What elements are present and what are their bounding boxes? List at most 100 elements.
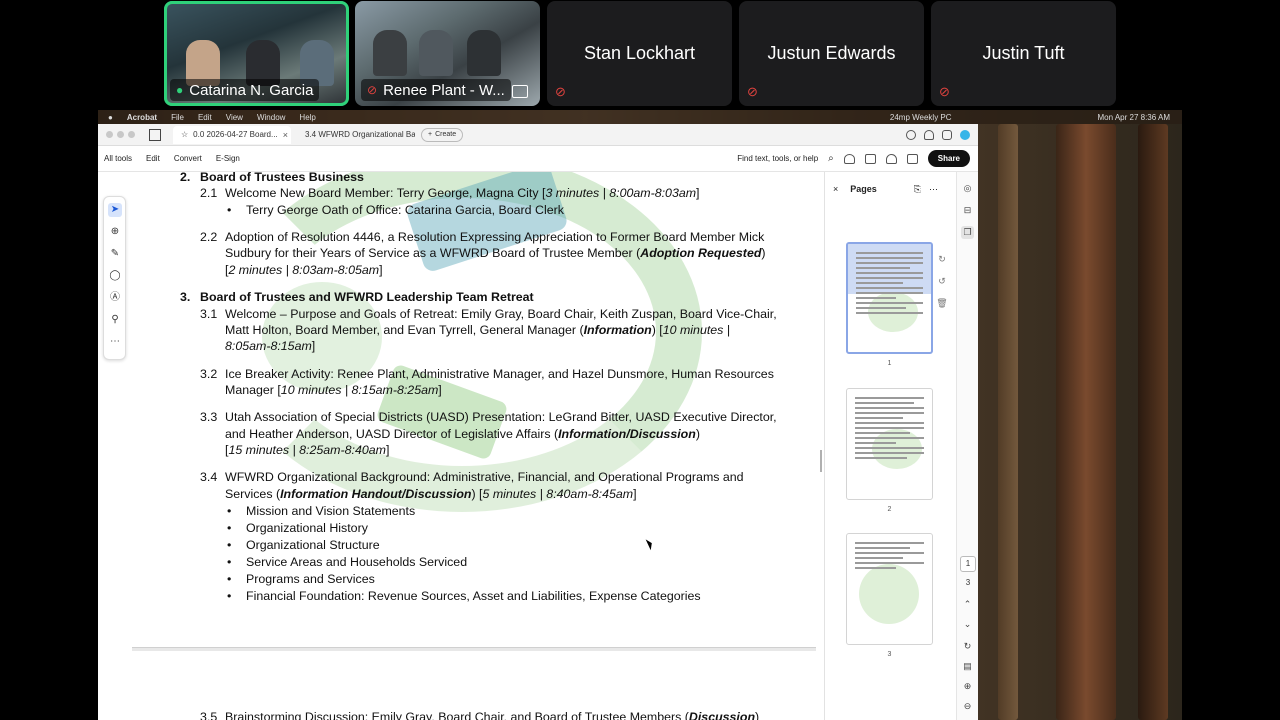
page-thumbnail-3[interactable] bbox=[846, 533, 933, 645]
zoom-in-icon[interactable]: ⊕ bbox=[961, 680, 974, 693]
zoom-icon[interactable]: ⊕ bbox=[108, 225, 122, 239]
menubar-app[interactable]: Acrobat bbox=[127, 113, 157, 122]
participant-tile-justin[interactable]: Justin Tuft ⊘ bbox=[931, 1, 1116, 106]
apps-grid-icon[interactable] bbox=[942, 129, 952, 140]
item-number: 3.4 bbox=[200, 470, 218, 484]
total-pages: 3 bbox=[965, 578, 971, 587]
zoom-out-icon[interactable]: ⊖ bbox=[961, 700, 974, 713]
bullet-icon: • bbox=[227, 504, 232, 518]
pages-icon[interactable]: ❐ bbox=[961, 226, 974, 239]
stamp-icon[interactable]: ⚲ bbox=[108, 313, 122, 327]
agenda-line: WFWRD Organizational Background: Adminis… bbox=[225, 470, 744, 484]
bullet-item: Organizational History bbox=[246, 521, 368, 535]
tab-agenda[interactable]: ☆ 0.0 2026-04-27 Board... × bbox=[173, 125, 291, 144]
bullet-item: Organizational Structure bbox=[246, 538, 380, 552]
mic-muted-icon: ⊘ bbox=[747, 84, 758, 99]
close-panel-icon[interactable]: × bbox=[833, 184, 838, 194]
menu-convert[interactable]: Convert bbox=[174, 154, 202, 163]
participant-name: Justun Edwards bbox=[767, 43, 896, 63]
cloud-upload-icon[interactable] bbox=[885, 153, 897, 164]
menubar-item[interactable]: View bbox=[226, 113, 243, 122]
save-icon[interactable] bbox=[864, 153, 876, 164]
tab-bar: ☆ 0.0 2026-04-27 Board... × 3.4 WFWRD Or… bbox=[98, 124, 978, 146]
current-page-indicator[interactable]: 1 bbox=[960, 556, 976, 572]
wallpaper-tree bbox=[1056, 124, 1116, 720]
agenda-line: Welcome New Board Member: Terry George, … bbox=[225, 186, 700, 200]
menubar-item[interactable]: Edit bbox=[198, 113, 212, 122]
create-button[interactable]: + Create bbox=[421, 127, 464, 142]
bookmark-icon[interactable]: ⊟ bbox=[961, 204, 974, 217]
menu-edit[interactable]: Edit bbox=[146, 154, 160, 163]
thumbnail-lines bbox=[856, 252, 923, 317]
chevron-up-icon[interactable]: ⌃ bbox=[961, 598, 974, 611]
wallpaper-tree bbox=[1138, 124, 1168, 720]
document-icon[interactable]: ▤ bbox=[961, 660, 974, 673]
participant-name: Justin Tuft bbox=[982, 43, 1065, 63]
refresh-icon[interactable]: ↻ bbox=[961, 640, 974, 653]
chevron-down-icon[interactable]: ⌄ bbox=[961, 618, 974, 631]
page-thumbnail-2[interactable] bbox=[846, 388, 933, 500]
more-icon[interactable]: ⋯ bbox=[108, 335, 122, 349]
print-icon[interactable] bbox=[906, 153, 918, 164]
delete-page-icon[interactable]: 🗑 bbox=[935, 298, 949, 309]
menubar-item[interactable]: Help bbox=[299, 113, 315, 122]
mouse-cursor-icon bbox=[645, 537, 655, 551]
participant-tile-catarina[interactable]: ● Catarina N. Garcia bbox=[164, 1, 349, 106]
menu-all-tools[interactable]: All tools bbox=[104, 154, 132, 163]
more-options-icon[interactable]: ⋯ bbox=[929, 184, 938, 195]
comment-icon[interactable]: ◎ bbox=[961, 182, 974, 195]
document-view[interactable]: 2. Board of Trustees Business 2.1 Welcom… bbox=[132, 172, 816, 720]
right-tool-rail: ◎ ⊟ ❐ 1 3 ⌃ ⌄ ↻ ▤ ⊕ ⊖ bbox=[956, 172, 978, 720]
item-number: 2.2 bbox=[200, 230, 218, 244]
thumbnail-watermark bbox=[859, 564, 919, 624]
page-thumbnail-1[interactable] bbox=[846, 242, 933, 354]
person-figure bbox=[419, 30, 453, 76]
person-figure bbox=[373, 30, 407, 76]
agenda-line: 8:05am-8:15am] bbox=[225, 339, 316, 353]
participant-name-bar: ⊘ Renee Plant - W... bbox=[361, 79, 511, 101]
headset-icon[interactable] bbox=[843, 153, 855, 164]
screen: ● Catarina N. Garcia ⊘ Renee Plant - W..… bbox=[0, 0, 1280, 720]
menu-esign[interactable]: E-Sign bbox=[216, 154, 240, 163]
participant-tile-renee[interactable]: ⊘ Renee Plant - W... bbox=[355, 1, 540, 106]
mac-menubar: ● Acrobat File Edit View Window Help 24m… bbox=[98, 110, 1182, 124]
tab-bar-tools bbox=[906, 129, 978, 140]
left-tool-rail: ➤ ⊕ ✎ ◯ Ⓐ ⚲ ⋯ bbox=[103, 196, 126, 360]
page-number-label: 3 bbox=[887, 651, 892, 658]
tab-background-doc[interactable]: 3.4 WFWRD Organizational Ba... bbox=[297, 126, 415, 144]
search-icon[interactable]: ⌕ bbox=[828, 153, 834, 164]
rotate-page-icon[interactable]: ↻ bbox=[935, 254, 949, 265]
select-cursor-icon[interactable]: ➤ bbox=[108, 203, 122, 217]
undo-rotate-icon[interactable]: ↺ bbox=[935, 276, 949, 287]
text-select-icon[interactable]: Ⓐ bbox=[108, 291, 122, 305]
bullet-icon: • bbox=[227, 555, 232, 569]
bell-icon[interactable] bbox=[924, 129, 934, 140]
close-tab-icon[interactable]: × bbox=[283, 130, 288, 140]
share-button[interactable]: Share bbox=[927, 150, 970, 167]
item-number: 3.5 bbox=[200, 710, 218, 720]
item-number: 2.1 bbox=[200, 186, 218, 200]
item-number: 3.1 bbox=[200, 307, 218, 321]
pages-panel: × Pages ⎘ ⋯ 1 2 3 ↻ ↺ 🗑 bbox=[824, 172, 948, 720]
home-icon[interactable] bbox=[149, 128, 161, 141]
agenda-line: Services (Information Handout/Discussion… bbox=[225, 487, 637, 501]
tab-label: 0.0 2026-04-27 Board... bbox=[193, 130, 278, 139]
insert-page-icon[interactable]: ⎘ bbox=[914, 184, 921, 195]
panel-resize-handle[interactable] bbox=[820, 450, 822, 472]
find-label[interactable]: Find text, tools, or help bbox=[737, 154, 818, 163]
thumbnail-lines bbox=[855, 397, 924, 462]
lasso-icon[interactable]: ◯ bbox=[108, 269, 122, 283]
participant-tile-justun[interactable]: Justun Edwards ⊘ bbox=[739, 1, 924, 106]
bullet-icon: • bbox=[227, 521, 232, 535]
shared-screen: ● Acrobat File Edit View Window Help 24m… bbox=[98, 110, 1182, 720]
participant-tile-stan[interactable]: Stan Lockhart ⊘ bbox=[547, 1, 732, 106]
mic-muted-icon: ⊘ bbox=[939, 84, 950, 99]
help-icon[interactable] bbox=[906, 129, 916, 140]
pen-icon[interactable]: ✎ bbox=[108, 247, 122, 261]
window-controls[interactable] bbox=[106, 131, 135, 138]
star-icon[interactable]: ☆ bbox=[181, 130, 188, 139]
menubar-item[interactable]: Window bbox=[257, 113, 285, 122]
menubar-item[interactable]: File bbox=[171, 113, 184, 122]
section-title: Board of Trustees Business bbox=[200, 172, 364, 184]
ai-assistant-icon[interactable] bbox=[960, 129, 970, 140]
